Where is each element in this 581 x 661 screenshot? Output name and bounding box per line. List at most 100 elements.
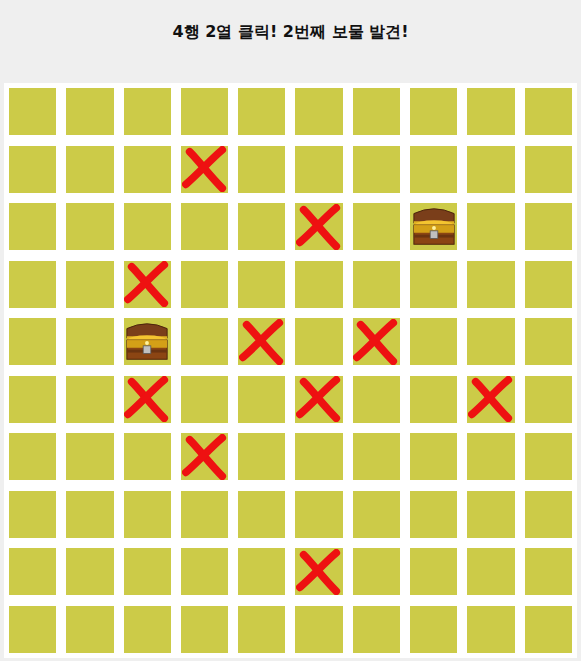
board-cell[interactable] (410, 491, 457, 538)
board-cell[interactable] (9, 203, 56, 250)
board-cell[interactable] (238, 203, 285, 250)
board-cell[interactable] (295, 203, 342, 250)
board-cell[interactable] (9, 491, 56, 538)
board-cell[interactable] (124, 88, 171, 135)
board-cell[interactable] (525, 491, 572, 538)
board-cell[interactable] (410, 433, 457, 480)
board-cell[interactable] (181, 146, 228, 193)
board-cell[interactable] (295, 606, 342, 653)
board-cell[interactable] (181, 491, 228, 538)
board-cell[interactable] (353, 433, 400, 480)
board-cell[interactable] (353, 261, 400, 308)
board-cell[interactable] (525, 606, 572, 653)
board-cell[interactable] (353, 606, 400, 653)
board-cell[interactable] (124, 203, 171, 250)
board-cell[interactable] (238, 548, 285, 595)
board-cell[interactable] (238, 376, 285, 423)
board-cell[interactable] (181, 376, 228, 423)
board-cell[interactable] (66, 203, 113, 250)
board-cell[interactable] (410, 548, 457, 595)
board-cell[interactable] (181, 548, 228, 595)
board-cell[interactable] (124, 548, 171, 595)
board-cell[interactable] (124, 146, 171, 193)
board-cell[interactable] (9, 146, 56, 193)
board-cell[interactable] (525, 318, 572, 365)
board-cell[interactable] (181, 433, 228, 480)
board-cell[interactable] (181, 203, 228, 250)
board-cell[interactable] (467, 606, 514, 653)
board-cell[interactable] (124, 376, 171, 423)
board-cell[interactable] (238, 433, 285, 480)
board-cell[interactable] (410, 203, 457, 250)
board-cell[interactable] (9, 606, 56, 653)
board-cell[interactable] (410, 376, 457, 423)
board-cell[interactable] (238, 491, 285, 538)
board-cell[interactable] (124, 261, 171, 308)
board-cell[interactable] (9, 88, 56, 135)
board-cell[interactable] (353, 376, 400, 423)
board-cell[interactable] (295, 548, 342, 595)
board-cell[interactable] (467, 261, 514, 308)
board-cell[interactable] (467, 88, 514, 135)
board-cell[interactable] (467, 376, 514, 423)
board-cell[interactable] (410, 261, 457, 308)
board-cell[interactable] (66, 491, 113, 538)
board-cell[interactable] (124, 491, 171, 538)
board-cell[interactable] (9, 548, 56, 595)
board-cell[interactable] (181, 88, 228, 135)
board-cell[interactable] (295, 318, 342, 365)
board-cell[interactable] (9, 318, 56, 365)
board-cell[interactable] (353, 318, 400, 365)
board-cell[interactable] (295, 491, 342, 538)
board-cell[interactable] (467, 203, 514, 250)
board-cell[interactable] (238, 88, 285, 135)
board-cell[interactable] (124, 606, 171, 653)
board-cell[interactable] (124, 318, 171, 365)
board-cell[interactable] (525, 261, 572, 308)
board-cell[interactable] (66, 548, 113, 595)
board-cell[interactable] (238, 318, 285, 365)
board-cell[interactable] (525, 376, 572, 423)
board-cell[interactable] (66, 146, 113, 193)
board-cell[interactable] (353, 88, 400, 135)
board-cell[interactable] (295, 433, 342, 480)
board-cell[interactable] (467, 433, 514, 480)
board-cell[interactable] (295, 376, 342, 423)
board-cell[interactable] (410, 606, 457, 653)
board-cell[interactable] (66, 606, 113, 653)
board-cell[interactable] (353, 203, 400, 250)
board-cell[interactable] (9, 261, 56, 308)
board-cell[interactable] (410, 88, 457, 135)
board-cell[interactable] (124, 433, 171, 480)
board-cell[interactable] (238, 146, 285, 193)
board-cell[interactable] (525, 88, 572, 135)
board-cell[interactable] (238, 261, 285, 308)
board-cell[interactable] (410, 146, 457, 193)
board-cell[interactable] (181, 261, 228, 308)
board-cell[interactable] (9, 433, 56, 480)
board-cell[interactable] (295, 261, 342, 308)
board-cell[interactable] (353, 548, 400, 595)
board-cell[interactable] (467, 146, 514, 193)
board-cell[interactable] (467, 491, 514, 538)
board-cell[interactable] (467, 548, 514, 595)
board-cell[interactable] (525, 146, 572, 193)
board-cell[interactable] (353, 146, 400, 193)
board-cell[interactable] (66, 88, 113, 135)
board-cell[interactable] (525, 433, 572, 480)
board-cell[interactable] (181, 606, 228, 653)
board-cell[interactable] (295, 88, 342, 135)
board-cell[interactable] (66, 376, 113, 423)
board-cell[interactable] (181, 318, 228, 365)
board-cell[interactable] (238, 606, 285, 653)
board-cell[interactable] (66, 261, 113, 308)
board-cell[interactable] (295, 146, 342, 193)
board-cell[interactable] (525, 203, 572, 250)
board-cell[interactable] (410, 318, 457, 365)
board-cell[interactable] (353, 491, 400, 538)
board-cell[interactable] (9, 376, 56, 423)
board-cell[interactable] (467, 318, 514, 365)
board-cell[interactable] (66, 318, 113, 365)
board-cell[interactable] (525, 548, 572, 595)
board-cell[interactable] (66, 433, 113, 480)
